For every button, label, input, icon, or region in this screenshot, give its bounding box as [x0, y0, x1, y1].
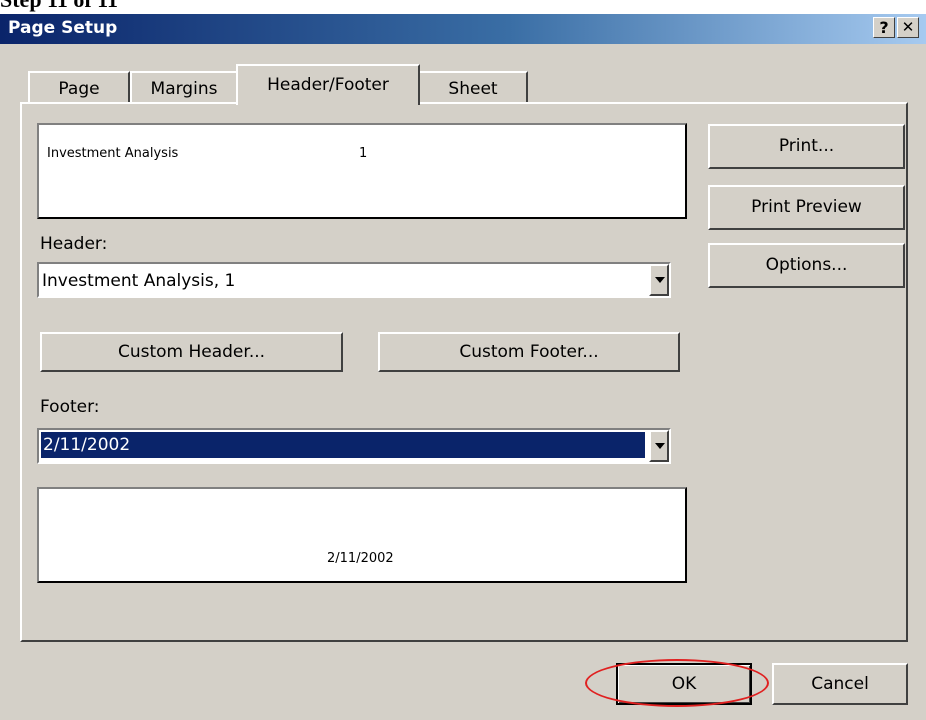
- tab-header-footer[interactable]: Header/Footer: [236, 64, 420, 105]
- tab-sheet-label: Sheet: [448, 79, 498, 99]
- header-preview: Investment Analysis 1: [37, 123, 687, 219]
- footer-dropdown-button[interactable]: [649, 430, 669, 462]
- header-preview-left: Investment Analysis: [47, 146, 179, 161]
- footer-dropdown[interactable]: 2/11/2002: [37, 428, 671, 464]
- options-button[interactable]: Options...: [708, 243, 905, 288]
- header-dropdown[interactable]: Investment Analysis, 1: [37, 262, 671, 298]
- help-icon[interactable]: ?: [873, 17, 895, 38]
- tab-header-footer-label: Header/Footer: [267, 75, 389, 95]
- footer-preview-center: 2/11/2002: [327, 551, 394, 566]
- footer-label: Footer:: [40, 397, 100, 417]
- header-label: Header:: [40, 234, 108, 254]
- tab-margins[interactable]: Margins: [130, 71, 238, 104]
- close-icon[interactable]: ✕: [897, 17, 919, 38]
- tab-margins-label: Margins: [150, 79, 218, 99]
- print-button[interactable]: Print...: [708, 124, 905, 169]
- dropdown-arrow-icon: [655, 443, 665, 449]
- header-dropdown-button[interactable]: [649, 264, 669, 296]
- footer-dropdown-value: 2/11/2002: [41, 432, 645, 458]
- print-preview-button[interactable]: Print Preview: [708, 185, 905, 230]
- tab-page[interactable]: Page: [28, 71, 130, 104]
- cancel-button[interactable]: Cancel: [772, 663, 908, 705]
- header-dropdown-value: Investment Analysis, 1: [42, 271, 236, 291]
- title-bar: Page Setup ? ✕: [0, 14, 926, 44]
- dropdown-arrow-icon: [655, 277, 665, 283]
- tab-page-label: Page: [58, 79, 100, 99]
- step-caption: Step 11 of 11: [0, 0, 118, 13]
- custom-header-button[interactable]: Custom Header...: [40, 332, 343, 372]
- ok-button[interactable]: OK: [616, 663, 752, 705]
- footer-preview: 2/11/2002: [37, 487, 687, 583]
- header-preview-center: 1: [359, 146, 368, 161]
- custom-footer-button[interactable]: Custom Footer...: [378, 332, 680, 372]
- tab-sheet[interactable]: Sheet: [418, 71, 528, 104]
- window-title: Page Setup: [8, 18, 118, 38]
